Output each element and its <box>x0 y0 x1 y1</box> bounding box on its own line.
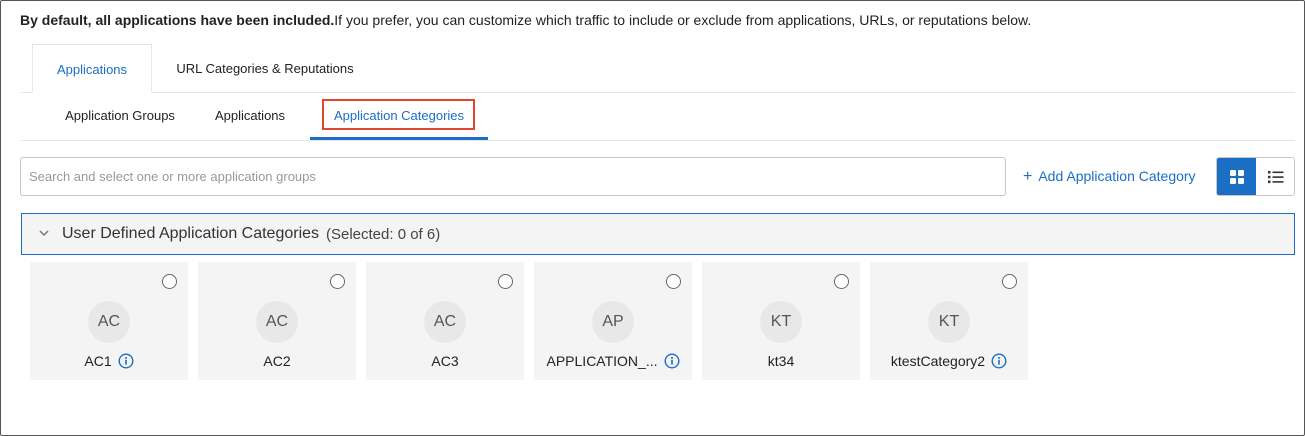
select-radio[interactable] <box>666 274 681 289</box>
card-name: AC3 <box>431 353 459 369</box>
top-tab-bar: Applications URL Categories & Reputation… <box>20 44 1295 93</box>
info-icon[interactable] <box>991 353 1007 372</box>
list-view-icon <box>1267 170 1283 183</box>
subtab-application-groups[interactable]: Application Groups <box>42 93 198 140</box>
select-radio[interactable] <box>834 274 849 289</box>
intro-text: By default, all applications have been i… <box>20 12 1031 28</box>
card-name: kt34 <box>767 353 795 369</box>
category-card-kt34[interactable]: KT kt34 <box>702 262 860 380</box>
tab-url-categories-reputations[interactable]: URL Categories & Reputations <box>165 44 365 93</box>
avatar: AC <box>424 301 466 343</box>
select-radio[interactable] <box>498 274 513 289</box>
tab-applications[interactable]: Applications <box>32 44 152 93</box>
avatar: KT <box>760 301 802 343</box>
info-icon[interactable] <box>663 353 680 372</box>
subtab-application-categories-label: Application Categories <box>333 108 465 123</box>
category-card-ac3[interactable]: AC AC3 <box>366 262 524 380</box>
card-name-row: AC3 <box>366 353 524 371</box>
card-name-row: kt34 <box>702 353 860 371</box>
chevron-down-icon[interactable] <box>38 227 50 239</box>
add-application-category-button[interactable]: + Add Application Category <box>1023 168 1196 186</box>
section-title: User Defined Application Categories <box>62 225 320 242</box>
add-application-category-label: Add Application Category <box>1038 168 1196 184</box>
info-icon[interactable] <box>118 353 134 372</box>
subtab-applications[interactable]: Applications <box>204 93 296 140</box>
intro-bold: By default, all applications have been i… <box>20 12 335 28</box>
category-card-ktestcategory2[interactable]: KT ktestCategory2 <box>870 262 1028 380</box>
select-radio[interactable] <box>330 274 345 289</box>
select-radio[interactable] <box>162 274 177 289</box>
search-input[interactable] <box>20 157 1006 196</box>
category-card-ac1[interactable]: AC AC1 <box>30 262 188 380</box>
avatar: AC <box>88 301 130 343</box>
card-name-row: AC2 <box>198 353 356 371</box>
category-card-application[interactable]: AP APPLICATION_... <box>534 262 692 380</box>
card-name-row: AC1 <box>30 353 188 371</box>
avatar: AP <box>592 301 634 343</box>
card-name: APPLICATION_... <box>546 353 658 369</box>
list-view-button[interactable] <box>1256 158 1294 195</box>
card-name-row: APPLICATION_... <box>534 353 692 371</box>
card-name: AC1 <box>84 353 112 369</box>
grid-view-icon <box>1229 169 1244 184</box>
avatar: KT <box>928 301 970 343</box>
card-name: AC2 <box>263 353 291 369</box>
category-card-ac2[interactable]: AC AC2 <box>198 262 356 380</box>
plus-icon: + <box>1023 168 1033 185</box>
card-name: ktestCategory2 <box>890 353 986 369</box>
grid-view-button[interactable] <box>1217 158 1256 195</box>
view-toggle <box>1216 157 1295 196</box>
intro-rest: If you prefer, you can customize which t… <box>334 12 1032 28</box>
sub-tab-bar: Application Groups Applications Applicat… <box>20 93 1295 141</box>
selection-count: (Selected: 0 of 6) <box>326 226 441 243</box>
card-name-row: ktestCategory2 <box>870 353 1028 371</box>
subtab-application-categories[interactable]: Application Categories <box>310 93 488 140</box>
select-radio[interactable] <box>1002 274 1017 289</box>
avatar: AC <box>256 301 298 343</box>
user-defined-categories-header[interactable]: User Defined Application Categories (Sel… <box>21 213 1295 255</box>
